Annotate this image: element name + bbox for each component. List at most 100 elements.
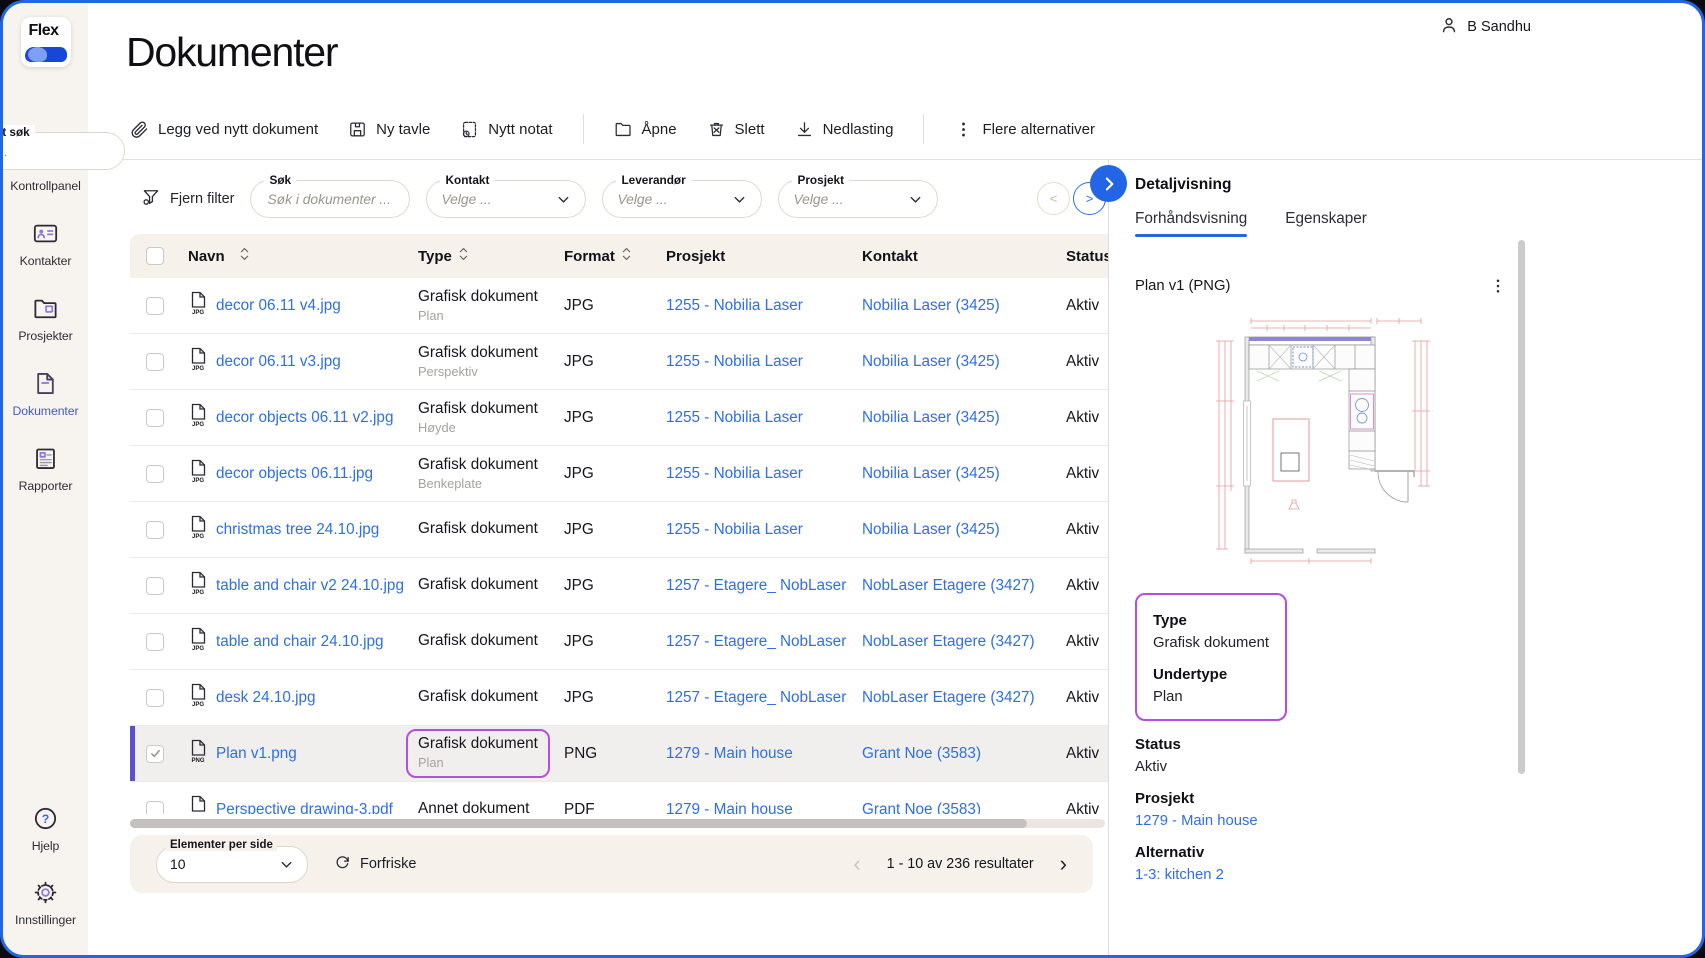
- user-name: B Sandhu: [1467, 19, 1531, 35]
- contact-link[interactable]: Nobilia Laser (3425): [862, 297, 1000, 315]
- project-link[interactable]: 1255 - Nobilia Laser: [666, 465, 803, 483]
- table-row[interactable]: PNG Plan v1.png Grafisk dokument Plan PNG 127…: [130, 726, 1108, 782]
- nedlasting-button[interactable]: Nedlasting: [795, 120, 893, 139]
- refresh-button[interactable]: Forfriske: [334, 854, 416, 875]
- quick-search-input[interactable]: [3, 142, 110, 160]
- filter-select-leverandør[interactable]: Leverandør Velge ...: [602, 173, 763, 218]
- project-link[interactable]: 1255 - Nobilia Laser: [666, 521, 803, 539]
- table-row[interactable]: PDF Perspective drawing-3.pdf Annet dokume…: [130, 782, 1108, 814]
- file-type-icon: JPG: [188, 347, 208, 376]
- document-name-link[interactable]: desk 24.10.jpg: [216, 689, 316, 707]
- sidebar-item-kontakter[interactable]: Kontakter: [3, 220, 88, 268]
- table-row[interactable]: JPG decor objects 06.11.jpg Grafisk dokume…: [130, 446, 1108, 502]
- project-link[interactable]: 1279 - Main house: [666, 801, 793, 815]
- document-name-link[interactable]: decor objects 06.11 v2.jpg: [216, 409, 393, 427]
- row-checkbox[interactable]: [146, 352, 164, 371]
- sidebar-item-rapporter[interactable]: Rapporter: [3, 445, 88, 493]
- project-link[interactable]: 1257 - Etagere_ NobLaser: [666, 633, 846, 651]
- user-menu[interactable]: B Sandhu: [1439, 15, 1531, 39]
- horizontal-scrollbar-thumb[interactable]: [130, 819, 1027, 828]
- contact-link[interactable]: NobLaser Etagere (3427): [862, 633, 1035, 651]
- contact-link[interactable]: Nobilia Laser (3425): [862, 409, 1000, 427]
- format-cell: JPG: [564, 632, 594, 650]
- panel-collapse-button[interactable]: [1090, 165, 1127, 202]
- project-link[interactable]: 1279 - Main house: [666, 745, 793, 763]
- document-name-link[interactable]: table and chair 24.10.jpg: [216, 633, 384, 651]
- contact-link[interactable]: Grant Noe (3583): [862, 745, 981, 763]
- nytt-notat-button[interactable]: Nytt notat: [460, 120, 553, 139]
- type-cell: Grafisk dokument: [418, 631, 538, 649]
- filter-select-kontakt[interactable]: Kontakt Velge ...: [426, 173, 587, 218]
- row-checkbox[interactable]: [146, 688, 164, 707]
- slett-button[interactable]: Slett: [707, 120, 765, 139]
- page-next-button[interactable]: ›: [1060, 853, 1067, 875]
- project-link[interactable]: 1257 - Etagere_ NobLaser: [666, 689, 846, 707]
- tab-forhåndsvisning[interactable]: Forhåndsvisning: [1135, 210, 1248, 237]
- file-type-icon: JPG: [188, 571, 208, 600]
- document-name-link[interactable]: decor 06.11 v3.jpg: [216, 353, 341, 371]
- row-checkbox[interactable]: [146, 744, 164, 763]
- document-search-input[interactable]: [265, 190, 396, 208]
- sidebar-item-dokumenter[interactable]: Dokumenter: [3, 370, 88, 418]
- per-page-select[interactable]: Elementer per side 10: [156, 838, 308, 883]
- contact-link[interactable]: NobLaser Etagere (3427): [862, 689, 1035, 707]
- ny-tavle-button[interactable]: Ny tavle: [348, 120, 430, 139]
- column-header-format[interactable]: Format: [558, 245, 660, 267]
- vertical-scrollbar-thumb[interactable]: [1518, 240, 1525, 774]
- document-name-link[interactable]: christmas tree 24.10.jpg: [216, 521, 379, 539]
- property-value-link[interactable]: 1-3: kitchen 2: [1135, 867, 1507, 883]
- page-prev-button[interactable]: ‹: [853, 853, 860, 875]
- project-link[interactable]: 1255 - Nobilia Laser: [666, 297, 803, 315]
- document-name-link[interactable]: Plan v1.png: [216, 745, 297, 763]
- horizontal-scrollbar[interactable]: [130, 819, 1105, 828]
- table-row[interactable]: JPG decor 06.11 v3.jpg Grafisk dokument Per…: [130, 334, 1108, 390]
- document-name-link[interactable]: decor 06.11 v4.jpg: [216, 297, 341, 315]
- document-options-button[interactable]: [1489, 277, 1507, 295]
- row-checkbox[interactable]: [146, 576, 164, 595]
- -pne-button[interactable]: Åpne: [614, 120, 677, 139]
- sidebar-item-hjelp[interactable]: ? Hjelp: [3, 805, 88, 853]
- chevron-down-icon: [908, 192, 923, 207]
- property-value-link[interactable]: 1279 - Main house: [1135, 813, 1507, 829]
- column-header-type[interactable]: Type: [412, 245, 558, 267]
- table-row[interactable]: JPG christmas tree 24.10.jpg Grafisk dokum…: [130, 502, 1108, 558]
- document-name-link[interactable]: table and chair v2 24.10.jpg: [216, 577, 404, 595]
- download-icon: [795, 120, 814, 139]
- document-name-link[interactable]: decor objects 06.11.jpg: [216, 465, 373, 483]
- contact-link[interactable]: Nobilia Laser (3425): [862, 353, 1000, 371]
- column-header-navn[interactable]: Navn: [180, 245, 412, 267]
- sidebar-item-label: Hjelp: [31, 839, 60, 853]
- contact-link[interactable]: NobLaser Etagere (3427): [862, 577, 1035, 595]
- type-cell: Grafisk dokument Høyde: [418, 400, 538, 435]
- contact-link[interactable]: Nobilia Laser (3425): [862, 521, 1000, 539]
- toolbar: Legg ved nytt dokument Ny tavle Nytt notat…: [130, 114, 1095, 144]
- flere-alternativer-button[interactable]: Flere alternativer: [954, 120, 1095, 139]
- contact-link[interactable]: Grant Noe (3583): [862, 801, 981, 815]
- select-all-checkbox[interactable]: [146, 247, 164, 265]
- project-link[interactable]: 1255 - Nobilia Laser: [666, 409, 803, 427]
- legg-ved-nytt-dokument-button[interactable]: Legg ved nytt dokument: [130, 120, 318, 139]
- filter-select-prosjekt[interactable]: Prosjekt Velge ...: [778, 173, 939, 218]
- table-row[interactable]: JPG desk 24.10.jpg Grafisk dokument JPG 1257…: [130, 670, 1108, 726]
- row-checkbox[interactable]: [146, 464, 164, 483]
- row-checkbox[interactable]: [146, 520, 164, 539]
- tab-egenskaper[interactable]: Egenskaper: [1285, 210, 1367, 237]
- table-row[interactable]: JPG decor objects 06.11 v2.jpg Grafisk dok…: [130, 390, 1108, 446]
- table-row[interactable]: JPG table and chair 24.10.jpg Grafisk doku…: [130, 614, 1108, 670]
- document-name-link[interactable]: Perspective drawing-3.pdf: [216, 801, 393, 815]
- flex-logo[interactable]: Flex: [20, 17, 71, 67]
- row-checkbox[interactable]: [146, 296, 164, 315]
- sidebar-item-innstillinger[interactable]: Innstillinger: [3, 879, 88, 927]
- clear-filters-button[interactable]: Fjern filter: [141, 187, 234, 211]
- row-checkbox[interactable]: [146, 800, 164, 814]
- sidebar-item-prosjekter[interactable]: Prosjekter: [3, 295, 88, 343]
- table-row[interactable]: JPG table and chair v2 24.10.jpg Grafisk d…: [130, 558, 1108, 614]
- quick-search-label: Raskt søk: [3, 125, 35, 139]
- row-checkbox[interactable]: [146, 408, 164, 427]
- project-link[interactable]: 1255 - Nobilia Laser: [666, 353, 803, 371]
- filter-prev-button[interactable]: <: [1037, 182, 1070, 215]
- row-checkbox[interactable]: [146, 632, 164, 651]
- contact-link[interactable]: Nobilia Laser (3425): [862, 465, 1000, 483]
- project-link[interactable]: 1257 - Etagere_ NobLaser: [666, 577, 846, 595]
- table-row[interactable]: JPG decor 06.11 v4.jpg Grafisk dokument Pla…: [130, 278, 1108, 334]
